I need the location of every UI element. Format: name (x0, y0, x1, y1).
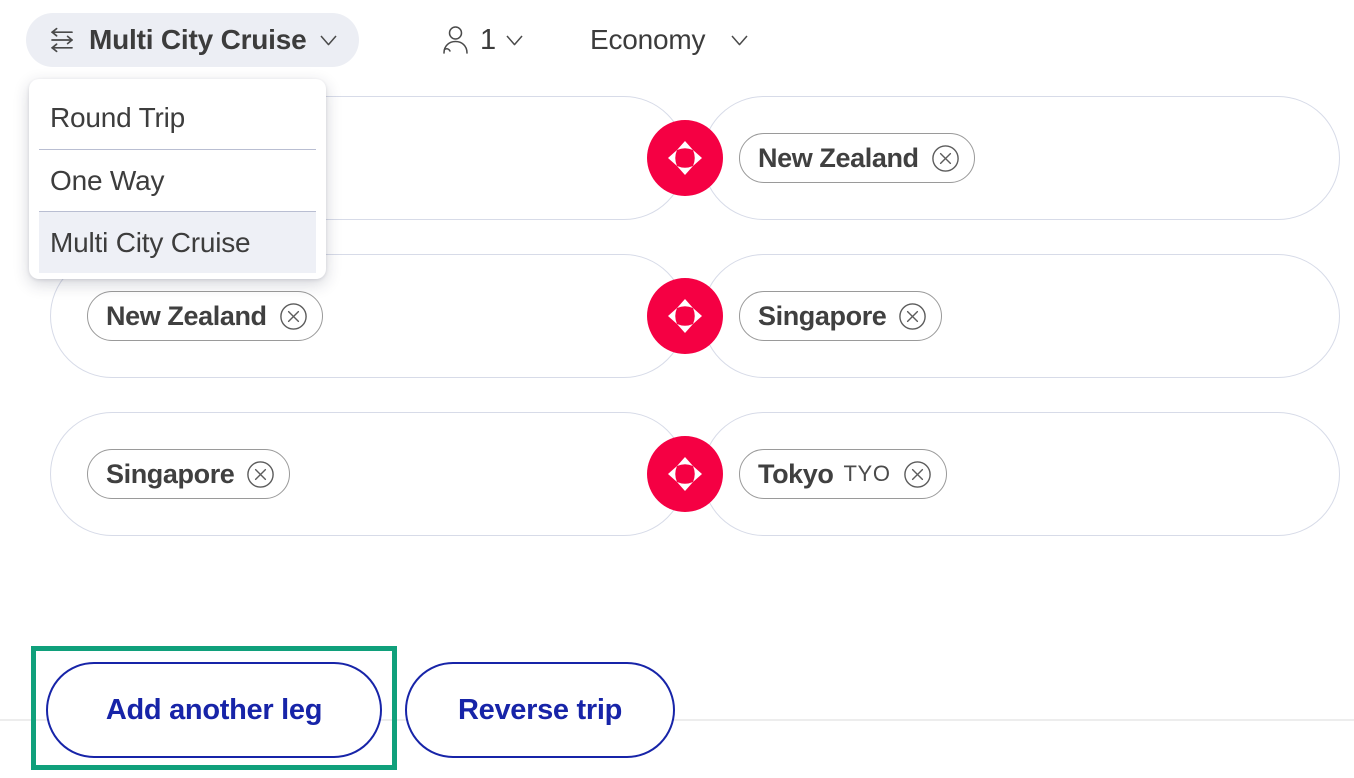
cabin-class-selector[interactable]: Economy (590, 13, 748, 67)
destination-city: Tokyo (758, 458, 834, 489)
trip-type-selector[interactable]: Multi City Cruise (26, 13, 359, 67)
swap-arrows-icon (668, 457, 702, 491)
trip-type-dropdown-menu: Round Trip One Way Multi City Cruise (29, 79, 326, 279)
origin-city: New Zealand (106, 300, 267, 331)
destination-city: New Zealand (758, 142, 919, 173)
destination-field[interactable]: Singapore (702, 254, 1340, 378)
cabin-class-label: Economy (590, 24, 706, 55)
destination-field[interactable]: New Zealand (702, 96, 1340, 220)
remove-circle-icon[interactable] (898, 302, 927, 331)
chevron-down-icon (731, 35, 748, 45)
remove-circle-icon[interactable] (246, 460, 275, 489)
passenger-selector[interactable]: 1 (440, 13, 523, 67)
destination-tag: New Zealand (739, 133, 975, 183)
swap-arrows-icon (668, 141, 702, 175)
origin-city: Singapore (106, 458, 235, 489)
destination-city: Singapore (758, 300, 887, 331)
dropdown-option-multi-city-cruise[interactable]: Multi City Cruise (39, 211, 316, 273)
destination-tag: Tokyo TYO (739, 449, 947, 499)
multi-city-arrows-icon (51, 27, 73, 53)
reverse-trip-button[interactable]: Reverse trip (405, 662, 675, 758)
remove-circle-icon[interactable] (903, 460, 932, 489)
add-another-leg-button[interactable]: Add another leg (46, 662, 382, 758)
swap-origin-destination-button[interactable] (647, 278, 723, 354)
remove-circle-icon[interactable] (931, 144, 960, 173)
trip-type-label: Multi City Cruise (89, 24, 307, 55)
swap-origin-destination-button[interactable] (647, 436, 723, 512)
origin-field[interactable]: Singapore (50, 412, 686, 536)
passenger-count: 1 (480, 23, 497, 56)
destination-airport-code: TYO (843, 461, 891, 486)
dropdown-option-round-trip[interactable]: Round Trip (29, 87, 326, 149)
destination-tag: Singapore (739, 291, 943, 341)
destination-field[interactable]: Tokyo TYO (702, 412, 1340, 536)
leg-row: Singapore Tokyo TYO (0, 412, 1354, 536)
chevron-down-icon (506, 35, 523, 45)
swap-origin-destination-button[interactable] (647, 120, 723, 196)
remove-circle-icon[interactable] (279, 302, 308, 331)
dropdown-option-one-way[interactable]: One Way (39, 149, 316, 211)
origin-tag: Singapore (87, 449, 291, 499)
origin-tag: New Zealand (87, 291, 323, 341)
leg-actions-bar: Add another leg Reverse trip (0, 646, 1354, 776)
search-controls-bar: Multi City Cruise 1 Economy (0, 0, 1354, 78)
chevron-down-icon (319, 35, 337, 45)
swap-arrows-icon (668, 299, 702, 333)
passenger-icon (443, 26, 468, 54)
